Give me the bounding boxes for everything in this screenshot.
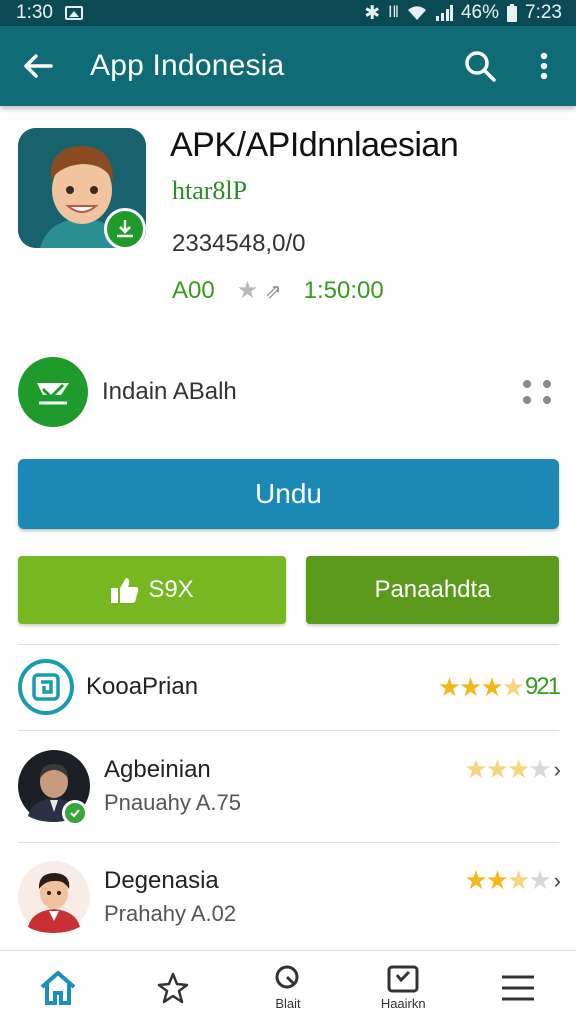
status-time-left: 1:30: [16, 2, 53, 23]
list-item-subtitle: Prahahy A.02: [104, 901, 237, 926]
nav-search[interactable]: Blait: [230, 951, 345, 1024]
inbox-icon: [387, 965, 419, 993]
spiral-logo-icon: [32, 673, 60, 701]
app-meta-row: A00 ★ ⇗ 1:50:00: [172, 276, 384, 305]
star-icon: ★: [459, 671, 482, 702]
nav-inbox-label: Haairkn: [380, 996, 426, 1011]
thumbs-up-icon: [111, 578, 139, 603]
nav-pin[interactable]: [115, 951, 230, 1024]
search-icon: [465, 51, 496, 82]
nav-search-label: Blait: [275, 996, 301, 1011]
status-time-right: 7:23: [525, 2, 562, 23]
star-icon: ★: [485, 865, 509, 895]
bluetooth-icon: ✱: [364, 2, 381, 24]
like-button-label: S9X: [148, 576, 194, 603]
download-button[interactable]: Undu: [18, 459, 559, 529]
meta-icons: ★ ⇗: [237, 276, 282, 305]
more-options-button[interactable]: [512, 26, 576, 106]
list-item[interactable]: KooaPrian ★ ★ ★ ★ 921: [18, 658, 561, 716]
developer-name: Indain ABalh: [102, 378, 237, 405]
list-item-title: Agbeinian: [104, 756, 211, 783]
app-detail-screen: 1:30 ✱ ǀǁ 46% 7:23 App Indonesia APK/API…: [0, 0, 576, 1024]
star-icon: ★: [464, 754, 487, 784]
divider: [18, 644, 559, 645]
star-icon: ★: [501, 671, 525, 702]
star-icon: ★: [464, 865, 487, 895]
star-icon: ★: [507, 754, 530, 784]
rating-value: 921: [524, 673, 561, 700]
app-icon: [18, 128, 146, 250]
app-title: APK/APIdnnlaesian: [170, 126, 459, 164]
search-button[interactable]: [448, 26, 512, 106]
nav-home[interactable]: [0, 951, 115, 1024]
page-title: App Indonesia: [90, 49, 285, 82]
star-icon: ★: [485, 754, 509, 784]
app-meta-right: 1:50:00: [303, 276, 384, 304]
star-icon: ★: [507, 865, 530, 895]
list-item-subtitle: Pnauahy A.75: [104, 790, 242, 815]
battery-icon: [507, 4, 518, 22]
list-logo: [18, 659, 74, 715]
more-vert-icon: [540, 52, 548, 80]
app-download-count: 2334548,0/0: [172, 230, 306, 257]
like-button[interactable]: S9X: [18, 556, 286, 624]
nav-menu[interactable]: [461, 951, 576, 1024]
secondary-action-button[interactable]: Panaahdta: [306, 556, 559, 624]
person-avatar-icon: [18, 861, 90, 933]
star-outline-icon: ★: [236, 277, 259, 304]
status-bar: 1:30 ✱ ǀǁ 46% 7:23: [0, 0, 576, 26]
app-bar: App Indonesia: [0, 26, 576, 106]
chevron-right-icon: ›: [553, 756, 561, 782]
back-button[interactable]: [0, 26, 76, 106]
pin-icon: [157, 972, 189, 1003]
star-icon: ★: [528, 754, 551, 784]
developer-row[interactable]: Indain ABalh: [18, 356, 558, 428]
star-icon: ★: [480, 671, 503, 702]
app-meta-left: A00: [172, 276, 215, 304]
list-item[interactable]: Degenasia Prahahy A.02 ★ ★ ★ ★ ›: [18, 857, 561, 937]
menu-icon: [502, 975, 535, 1000]
rating-stars: ★ ★ ★ ★ 921: [437, 671, 561, 703]
divider: [18, 842, 559, 843]
list-item[interactable]: Agbeinian Pnauahy A.75 ★ ★ ★ ★ ›: [18, 746, 561, 826]
nav-inbox[interactable]: Haairkn: [346, 951, 461, 1024]
battery-percent: 46%: [460, 2, 500, 23]
wifi-icon: [407, 6, 426, 20]
star-icon: ★: [528, 865, 551, 895]
home-icon: [40, 970, 75, 1005]
rating-stars: ★ ★ ★ ★ ›: [464, 865, 561, 896]
chevron-right-icon: ›: [553, 867, 561, 893]
vibrate-icon: ǀǁ: [388, 4, 399, 21]
bottom-navigation: Blait Haairkn: [0, 950, 576, 1024]
divider: [18, 730, 559, 731]
star-icon: ★: [437, 671, 461, 702]
search-icon: [275, 965, 299, 989]
dot-icon: [523, 396, 531, 404]
app-subtitle: htar8lP: [172, 176, 248, 205]
image-notification-icon: [64, 6, 83, 20]
verified-badge: [104, 208, 146, 250]
check-icon: [70, 809, 80, 818]
list-item-text: Degenasia Prahahy A.02: [104, 867, 464, 927]
developer-avatar: [18, 357, 88, 427]
download-check-icon: [117, 220, 133, 238]
status-bar-right: ✱ ǀǁ 46% 7:23: [364, 2, 562, 25]
dot-icon: [523, 380, 531, 388]
share-icon: ⇗: [264, 281, 282, 303]
arrow-left-icon: [24, 54, 53, 78]
user-avatar: [18, 750, 90, 826]
dot-icon: [543, 380, 551, 388]
verified-badge: [62, 800, 88, 826]
signal-icon: [435, 5, 453, 21]
developer-logo-icon: [37, 383, 69, 405]
list-item-title: KooaPrian: [86, 673, 199, 700]
developer-more-button[interactable]: [518, 372, 558, 412]
status-bar-left: 1:30: [16, 2, 83, 24]
list-item-text: Agbeinian Pnauahy A.75: [104, 756, 464, 816]
dot-icon: [543, 396, 551, 404]
user-avatar: [18, 861, 90, 933]
rating-stars: ★ ★ ★ ★ ›: [464, 754, 561, 785]
list-item-title: Degenasia: [104, 867, 219, 894]
